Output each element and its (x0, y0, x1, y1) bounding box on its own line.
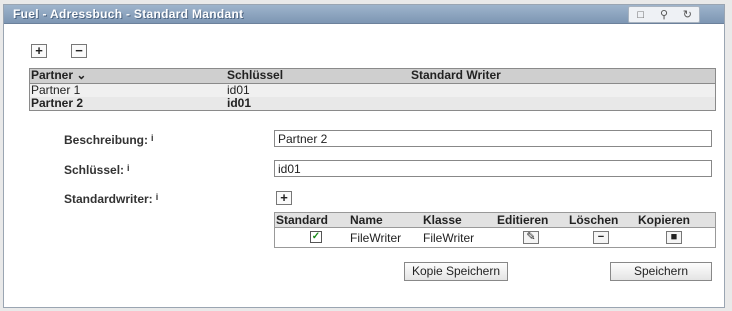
key-label-text: Schlüssel: (64, 163, 125, 177)
add-writer-button[interactable]: + (276, 191, 292, 205)
key-field[interactable] (274, 160, 712, 177)
writer-table-header: Standard Name Klasse Editieren Löschen K… (275, 213, 715, 228)
writer-table: Standard Name Klasse Editieren Löschen K… (274, 212, 716, 248)
table-row: ✓ FileWriter FileWriter ✎ − ■ (275, 228, 715, 247)
writer-column-header[interactable]: Standard Writer (411, 69, 501, 82)
standard-column-header: Standard (276, 213, 329, 227)
info-icon: i (127, 163, 130, 173)
add-partner-button[interactable]: + (31, 44, 47, 58)
class-column-header: Klasse (423, 213, 462, 227)
refresh-icon[interactable]: ↻ (680, 9, 694, 21)
save-button[interactable]: Speichern (610, 262, 712, 281)
partner-table: Partner ⌄ Schlüssel Standard Writer Part… (29, 68, 716, 111)
info-icon: i (151, 133, 154, 143)
description-label-text: Beschreibung: (64, 133, 149, 147)
window-icon[interactable]: □ (634, 9, 648, 21)
partner-key: id01 (227, 96, 252, 110)
table-row[interactable]: Partner 1 id01 (30, 84, 715, 97)
title-bar: Fuel - Adressbuch - Standard Mandant □ ⚲… (4, 5, 724, 24)
remove-partner-button[interactable]: − (71, 44, 87, 58)
table-row[interactable]: Partner 2 id01 (30, 97, 715, 110)
writer-name: FileWriter (350, 231, 402, 245)
description-field[interactable] (274, 130, 712, 147)
standard-checkbox[interactable]: ✓ (310, 231, 322, 243)
info-icon: i (155, 192, 159, 202)
copy-column-header: Kopieren (638, 213, 691, 227)
edit-column-header: Editieren (497, 213, 549, 227)
key-column-header[interactable]: Schlüssel (227, 69, 283, 82)
key-label: Schlüssel: i (64, 163, 130, 177)
delete-icon[interactable]: − (593, 231, 609, 244)
writer-label-text: Standardwriter: (64, 192, 153, 206)
name-column-header: Name (350, 213, 383, 227)
table-header: Partner ⌄ Schlüssel Standard Writer (30, 69, 715, 84)
title-bar-icons: □ ⚲ ↻ (628, 6, 700, 23)
address-book-panel: Fuel - Adressbuch - Standard Mandant □ ⚲… (3, 4, 725, 308)
partner-name: Partner 2 (31, 96, 84, 110)
copy-save-button[interactable]: Kopie Speichern (404, 262, 508, 281)
writer-label: Standardwriter: i (64, 192, 158, 206)
window-title: Fuel - Adressbuch - Standard Mandant (13, 7, 244, 21)
description-label: Beschreibung: i (64, 133, 154, 147)
writer-class: FileWriter (423, 231, 475, 245)
partner-column-header[interactable]: Partner ⌄ (31, 69, 86, 82)
delete-column-header: Löschen (569, 213, 619, 227)
copy-icon[interactable]: ■ (666, 231, 682, 244)
edit-icon[interactable]: ✎ (523, 231, 539, 244)
search-icon[interactable]: ⚲ (657, 9, 671, 21)
